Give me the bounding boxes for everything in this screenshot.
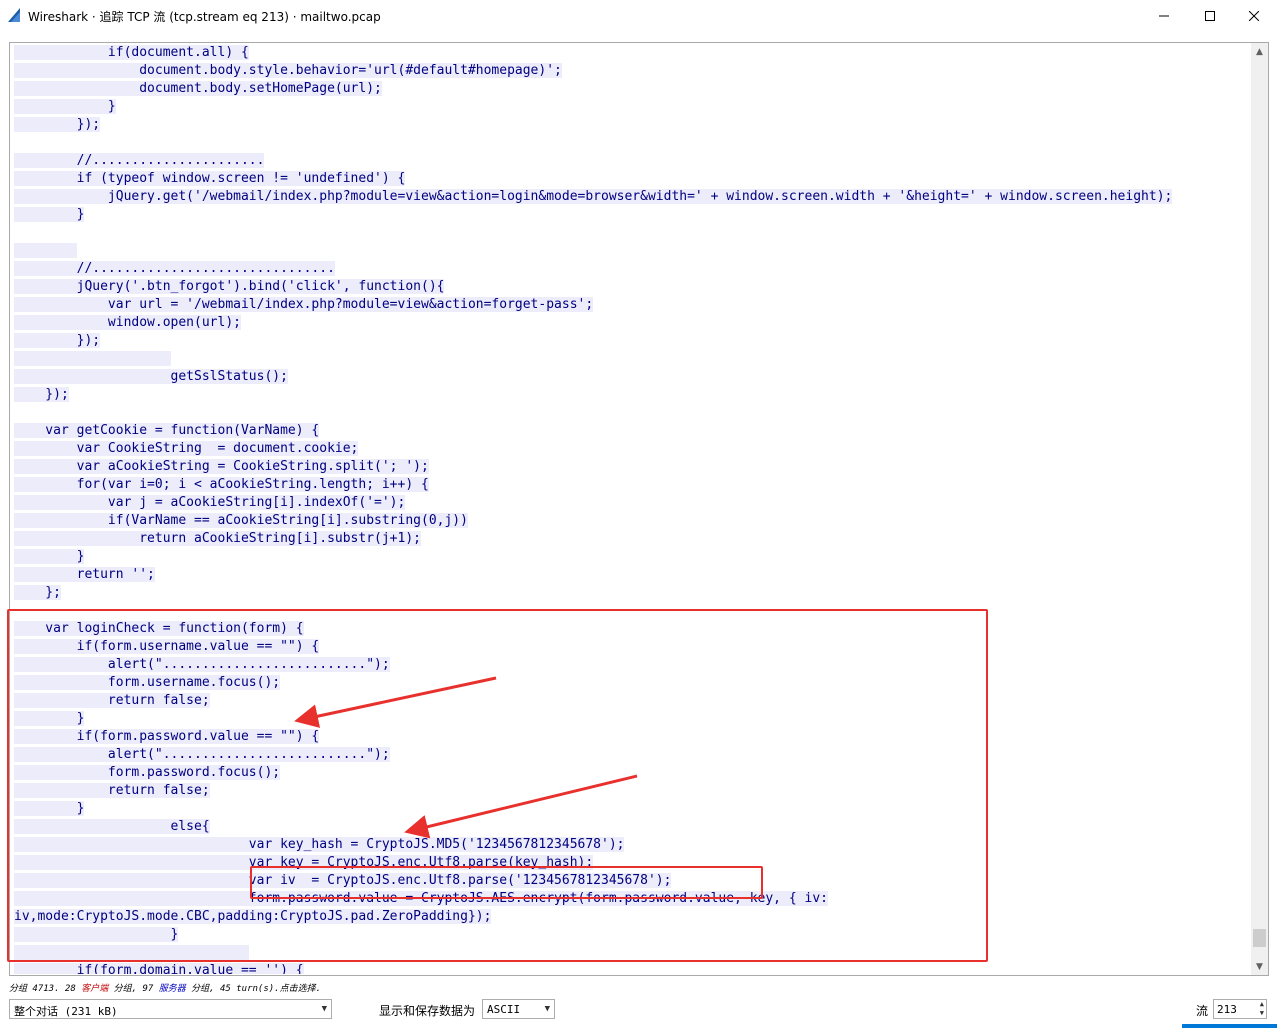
stream-line[interactable]: } bbox=[14, 98, 1249, 116]
stream-line[interactable]: if(VarName == aCookieString[i].substring… bbox=[14, 512, 1249, 530]
scroll-down-button[interactable]: ▼ bbox=[1251, 958, 1268, 975]
stream-number-value: 213 bbox=[1217, 1003, 1237, 1016]
stream-line[interactable]: form.password.focus(); bbox=[14, 764, 1249, 782]
stream-line[interactable]: if(form.domain.value == '') { bbox=[14, 962, 1249, 974]
scroll-thumb[interactable] bbox=[1253, 929, 1266, 947]
maximize-icon bbox=[1205, 10, 1215, 21]
stream-number-spinbox[interactable]: 213 ▲ ▼ bbox=[1213, 999, 1267, 1019]
stream-line[interactable] bbox=[14, 944, 1249, 962]
conversation-select[interactable]: 整个对话 (231 kB) ▼ bbox=[9, 999, 332, 1019]
stream-line[interactable]: alert(".........................."); bbox=[14, 746, 1249, 764]
stream-line[interactable]: alert(".........................."); bbox=[14, 656, 1249, 674]
stream-line[interactable]: window.open(url); bbox=[14, 314, 1249, 332]
encoding-select[interactable]: ASCII ▼ bbox=[482, 999, 555, 1019]
stream-line[interactable]: }); bbox=[14, 386, 1249, 404]
stream-line[interactable]: var CookieString = document.cookie; bbox=[14, 440, 1249, 458]
vertical-scrollbar[interactable]: ▲ ▼ bbox=[1251, 43, 1268, 975]
stream-line[interactable]: jQuery.get('/webmail/index.php?module=vi… bbox=[14, 188, 1249, 206]
status-line: 分组 4713. 28 客户端 分组, 97 服务器 分组, 45 turn(s… bbox=[9, 984, 322, 994]
stream-content-pane[interactable]: if(document.all) { document.body.style.b… bbox=[9, 42, 1269, 976]
stream-text[interactable]: if(document.all) { document.body.style.b… bbox=[14, 44, 1249, 974]
stream-line[interactable]: document.body.style.behavior='url(#defau… bbox=[14, 62, 1249, 80]
stream-line[interactable] bbox=[14, 224, 1249, 242]
stream-line[interactable]: var iv = CryptoJS.enc.Utf8.parse('123456… bbox=[14, 872, 1249, 890]
stream-line[interactable] bbox=[14, 602, 1249, 620]
client-label[interactable]: 客户端 bbox=[81, 984, 108, 994]
scroll-up-button[interactable]: ▲ bbox=[1251, 43, 1268, 60]
stream-line[interactable]: var url = '/webmail/index.php?module=vie… bbox=[14, 296, 1249, 314]
stream-line[interactable]: var key_hash = CryptoJS.MD5('12345678123… bbox=[14, 836, 1249, 854]
stream-line[interactable]: var getCookie = function(VarName) { bbox=[14, 422, 1249, 440]
stream-line[interactable]: } bbox=[14, 206, 1249, 224]
stream-line[interactable] bbox=[14, 350, 1249, 368]
chevron-down-icon: ▼ bbox=[321, 1004, 327, 1014]
stream-line[interactable]: return false; bbox=[14, 692, 1249, 710]
stream-line[interactable]: var aCookieString = CookieString.split('… bbox=[14, 458, 1249, 476]
stream-line[interactable]: var j = aCookieString[i].indexOf('='); bbox=[14, 494, 1249, 512]
stream-line[interactable]: document.body.setHomePage(url); bbox=[14, 80, 1249, 98]
stream-line[interactable]: if(form.password.value == "") { bbox=[14, 728, 1249, 746]
stream-line[interactable]: form.password.value = CryptoJS.AES.encry… bbox=[14, 890, 1249, 908]
server-label[interactable]: 服务器 bbox=[159, 984, 186, 994]
stream-line[interactable]: var key = CryptoJS.enc.Utf8.parse(key_ha… bbox=[14, 854, 1249, 872]
title-bar: Wireshark · 追踪 TCP 流 (tcp.stream eq 213)… bbox=[0, 0, 1277, 31]
stream-line[interactable]: }; bbox=[14, 584, 1249, 602]
maximize-button[interactable] bbox=[1187, 0, 1233, 31]
stream-line[interactable]: }); bbox=[14, 332, 1249, 350]
stream-line[interactable]: return aCookieString[i].substr(j+1); bbox=[14, 530, 1249, 548]
close-icon bbox=[1249, 10, 1259, 21]
stream-line[interactable]: } bbox=[14, 926, 1249, 944]
window-title: Wireshark · 追踪 TCP 流 (tcp.stream eq 213)… bbox=[28, 10, 381, 24]
stream-line[interactable]: for(var i=0; i < aCookieString.length; i… bbox=[14, 476, 1249, 494]
stream-line[interactable]: return ''; bbox=[14, 566, 1249, 584]
show-save-label: 显示和保存数据为 bbox=[379, 1004, 476, 1018]
stream-line[interactable]: } bbox=[14, 710, 1249, 728]
stream-line[interactable]: getSslStatus(); bbox=[14, 368, 1249, 386]
stream-line[interactable]: form.username.focus(); bbox=[14, 674, 1249, 692]
wireshark-fin-icon bbox=[8, 8, 20, 22]
conversation-value: 整个对话 (231 kB) bbox=[14, 1005, 118, 1018]
encoding-value: ASCII bbox=[487, 1003, 521, 1016]
close-button[interactable] bbox=[1231, 0, 1277, 31]
stream-line[interactable]: //...................... bbox=[14, 152, 1249, 170]
stream-line[interactable]: var loginCheck = function(form) { bbox=[14, 620, 1249, 638]
stream-line[interactable] bbox=[14, 134, 1249, 152]
stream-line[interactable]: return false; bbox=[14, 782, 1249, 800]
stream-line[interactable]: } bbox=[14, 800, 1249, 818]
stream-line[interactable]: //............................... bbox=[14, 260, 1249, 278]
stream-line[interactable]: jQuery('.btn_forgot').bind('click', func… bbox=[14, 278, 1249, 296]
stream-line[interactable]: } bbox=[14, 548, 1249, 566]
spin-down-icon[interactable]: ▼ bbox=[1260, 1009, 1264, 1017]
stream-line[interactable]: if(document.all) { bbox=[14, 44, 1249, 62]
chevron-down-icon: ▼ bbox=[544, 1004, 550, 1014]
stream-line[interactable] bbox=[14, 404, 1249, 422]
stream-line[interactable]: iv,mode:CryptoJS.mode.CBC,padding:Crypto… bbox=[14, 908, 1249, 926]
stream-line[interactable] bbox=[14, 242, 1249, 260]
bottom-accent-bar bbox=[1182, 1024, 1277, 1028]
stream-line[interactable]: if(form.username.value == "") { bbox=[14, 638, 1249, 656]
stream-line[interactable]: if (typeof window.screen != 'undefined')… bbox=[14, 170, 1249, 188]
stream-label: 流 bbox=[1196, 1004, 1209, 1018]
spin-up-icon[interactable]: ▲ bbox=[1260, 1000, 1264, 1008]
stream-line[interactable]: }); bbox=[14, 116, 1249, 134]
minimize-icon bbox=[1159, 15, 1169, 16]
stream-line[interactable]: else{ bbox=[14, 818, 1249, 836]
minimize-button[interactable] bbox=[1141, 0, 1187, 31]
